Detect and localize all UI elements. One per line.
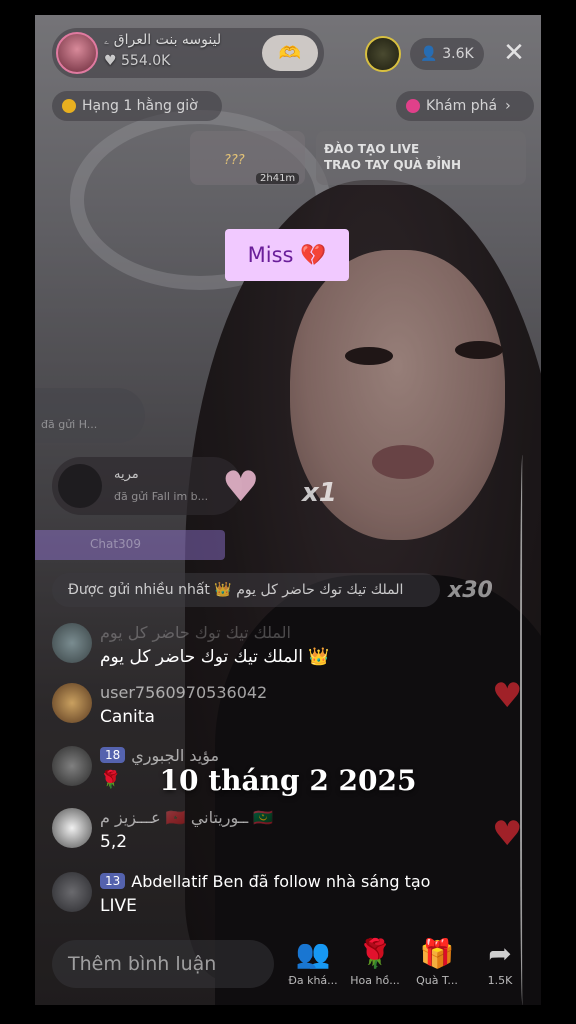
- comment-message: الملك تيك توك حاضر كل يوم 👑: [100, 647, 330, 667]
- comment-user: الملك تيك توك حاضر كل يوم: [100, 623, 291, 642]
- gift-multiplier: x30: [448, 578, 493, 603]
- event-card[interactable]: ??? 2h41m: [190, 131, 305, 185]
- comment-user: user7560970536042: [100, 683, 268, 702]
- most-sent-label: Được gửi nhiều nhất 👑 الملك تيك توك حاضر…: [68, 582, 404, 598]
- rose-label: Hoa hồ...: [350, 974, 400, 987]
- follow-button[interactable]: 🫶: [262, 35, 318, 71]
- heart-icon: ♥: [104, 53, 122, 69]
- share-icon: ➦: [488, 937, 512, 970]
- event-card-text: ???: [224, 153, 245, 168]
- level-badge: 18: [100, 747, 126, 763]
- host-likes: ♥ 554.0K: [104, 53, 170, 69]
- rose-button[interactable]: 🌹 Hoa hồ...: [345, 937, 405, 988]
- viewer-count-value: 3.6K: [442, 46, 474, 62]
- gift-button[interactable]: 🎁 Quà T...: [407, 937, 467, 988]
- hourly-rank-label: Hạng 1 hằng giờ: [82, 98, 198, 114]
- comment-user: 13 Abdellatif Ben đã follow nhà sáng tạo: [100, 872, 430, 891]
- gift-multiplier: x1: [302, 478, 337, 508]
- gift-label: Quà T...: [416, 974, 458, 987]
- purple-notification-text: Chat309: [90, 537, 141, 551]
- multi-guest-label: Đa khá...: [288, 974, 338, 987]
- people-icon: 👥: [295, 937, 331, 970]
- multi-guest-button[interactable]: 👥 Đa khá...: [283, 937, 343, 988]
- chevron-right-icon: ›: [505, 98, 511, 114]
- level-badge: 13: [100, 873, 126, 889]
- top-viewer-avatar[interactable]: [365, 36, 401, 72]
- host-info[interactable]: لينوسه بنت العراق ۦ ♥ 554.0K 🫶: [52, 28, 324, 78]
- avatar[interactable]: [52, 623, 92, 663]
- rose-icon: 🌹: [357, 937, 393, 970]
- promo-card-line2: TRAO TAY QUÀ ĐỈNH: [324, 158, 461, 172]
- comment-message: 5,2: [100, 832, 128, 852]
- promo-card-line1: ĐÀO TẠO LIVE: [324, 142, 420, 156]
- person-icon: 👤: [420, 46, 443, 62]
- close-icon[interactable]: ✕: [500, 38, 528, 68]
- gift-icon: 🎁: [419, 937, 455, 970]
- heart-hands-icon: 🫶: [278, 42, 302, 64]
- explore-label: Khám phá: [426, 98, 498, 114]
- floating-heart-icon: ♥: [492, 676, 523, 716]
- comment-user: 18 مؤيد الجبوري: [100, 746, 219, 765]
- heart-gift-icon: ♥: [222, 462, 260, 511]
- gift-notification: مريه đã gửi Fall im b...: [52, 457, 242, 515]
- comment-message: LIVE: [100, 896, 137, 916]
- host-name: لينوسه بنت العراق ۦ: [104, 32, 222, 48]
- gift-notification-text: đã gửi H...: [41, 418, 98, 431]
- comment-user: عـــزيز م 🇲🇦 ــوريتاني 🇲🇷: [100, 808, 274, 827]
- avatar[interactable]: [52, 683, 92, 723]
- comment-user-name: Abdellatif Ben đã follow nhà sáng tạo: [131, 872, 431, 891]
- gift-sender-name: مريه: [114, 467, 139, 482]
- date-caption: 10 tháng 2 2025: [159, 764, 417, 797]
- host-avatar[interactable]: [56, 32, 98, 74]
- most-sent-banner[interactable]: Được gửi nhiều nhất 👑 الملك تيك توك حاضر…: [52, 573, 440, 607]
- explore-icon: [406, 99, 420, 113]
- hourly-rank[interactable]: Hạng 1 hằng giờ: [52, 91, 222, 121]
- comment-user-name: مؤيد الجبوري: [131, 746, 220, 765]
- medal-icon: [62, 99, 76, 113]
- comment-message: Canita: [100, 707, 155, 727]
- promo-card[interactable]: ĐÀO TẠO LIVE TRAO TAY QUÀ ĐỈNH: [316, 131, 526, 185]
- event-card-time: 2h41m: [256, 173, 300, 184]
- host-likes-count: 554.0K: [121, 53, 171, 69]
- comment-input[interactable]: Thêm bình luận: [52, 940, 274, 988]
- gift-notification: đã gửi H...: [35, 388, 145, 443]
- gift-sender-sub: đã gửi Fall im b...: [114, 490, 209, 503]
- avatar[interactable]: [52, 808, 92, 848]
- gift-sender-avatar: [58, 464, 102, 508]
- avatar[interactable]: [52, 872, 92, 912]
- viewer-count[interactable]: 👤 3.6K: [410, 38, 484, 70]
- floating-heart-icon: ♥: [492, 814, 523, 854]
- share-count: 1.5K: [487, 974, 513, 987]
- miss-sticker: Miss 💔: [225, 229, 349, 281]
- share-button[interactable]: ➦ 1.5K: [470, 937, 530, 988]
- purple-notification: Chat309: [35, 530, 225, 560]
- explore-button[interactable]: Khám phá ›: [396, 91, 534, 121]
